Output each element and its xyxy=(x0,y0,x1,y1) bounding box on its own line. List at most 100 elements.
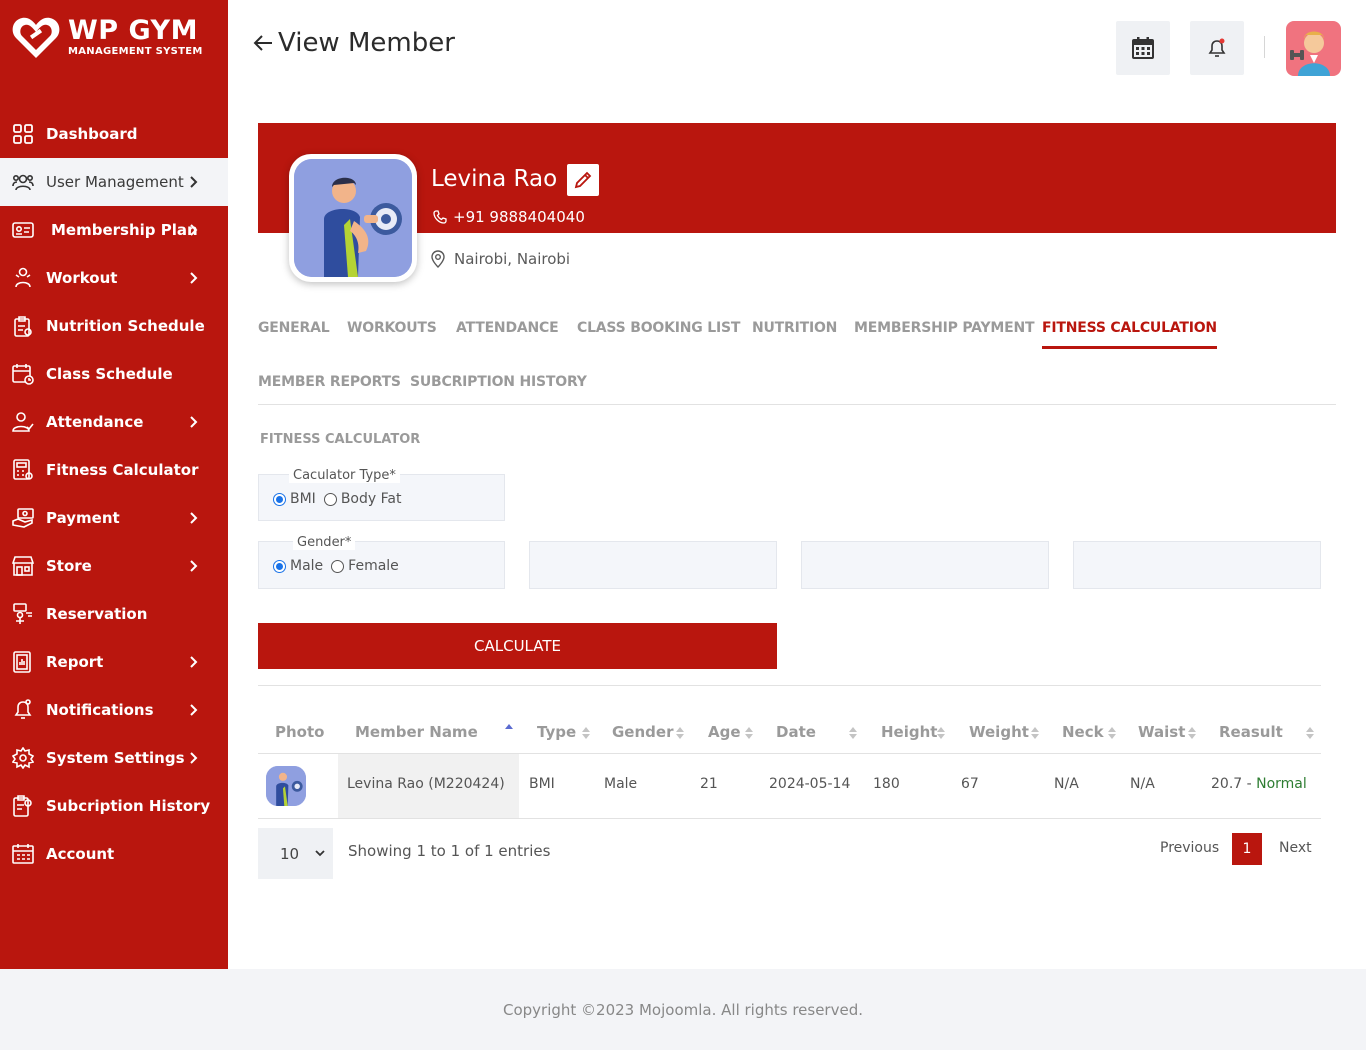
measurement-input-2[interactable] xyxy=(801,541,1049,589)
member-phone: +91 9888404040 xyxy=(433,208,585,226)
payment-icon xyxy=(12,507,34,529)
tab-membership-payment[interactable]: MEMBERSHIP PAYMENT xyxy=(854,320,1035,346)
member-tabs: GENERAL WORKOUTS ATTENDANCE CLASS BOOKIN… xyxy=(258,318,1336,405)
sidebar-item-report[interactable]: Report xyxy=(0,638,228,686)
calculator-type-field: Caculator Type* BMI Body Fat xyxy=(258,469,505,521)
sort-icon[interactable] xyxy=(1188,726,1196,740)
tab-member-reports[interactable]: MEMBER REPORTS xyxy=(258,374,401,400)
sidebar-item-notifications[interactable]: Notifications xyxy=(0,686,228,734)
chevron-right-icon xyxy=(190,512,198,524)
th-age[interactable]: Age xyxy=(708,723,741,741)
attendance-icon xyxy=(12,411,34,433)
footer: Copyright ©2023 Mojoomla. All rights res… xyxy=(0,969,1366,1050)
bmi-radio[interactable] xyxy=(273,492,286,506)
sidebar-item-store[interactable]: Store xyxy=(0,542,228,590)
measurement-input-1[interactable] xyxy=(529,541,777,589)
tab-attendance[interactable]: ATTENDANCE xyxy=(456,320,559,346)
body-fat-radio-label: Body Fat xyxy=(340,491,402,507)
cell-age: 21 xyxy=(700,776,718,792)
sort-icon[interactable] xyxy=(676,726,684,740)
th-result[interactable]: Reasult xyxy=(1219,723,1283,741)
sidebar-item-label: Report xyxy=(46,653,104,671)
calendar-button[interactable] xyxy=(1116,21,1170,75)
chevron-right-icon xyxy=(190,656,198,668)
section-title: FITNESS CALCULATOR xyxy=(260,432,421,447)
tab-fitness-calculation[interactable]: FITNESS CALCULATION xyxy=(1042,320,1217,349)
member-phone-text: +91 9888404040 xyxy=(453,208,585,226)
sidebar-item-membership-plan[interactable]: Membership Plan xyxy=(0,206,228,254)
body-fat-radio[interactable] xyxy=(323,492,337,506)
cell-waist: N/A xyxy=(1130,776,1155,792)
chevron-right-icon xyxy=(190,560,198,572)
next-page-button[interactable]: Next xyxy=(1279,840,1312,856)
th-gender[interactable]: Gender xyxy=(612,723,673,741)
tab-workouts[interactable]: WORKOUTS xyxy=(347,320,437,346)
brand[interactable]: WP GYM MANAGEMENT SYSTEM xyxy=(10,12,220,62)
th-waist[interactable]: Waist xyxy=(1138,723,1185,741)
sort-icon[interactable] xyxy=(1031,726,1039,740)
table-row[interactable]: Levina Rao (M220424) BMI Male 21 2024-05… xyxy=(258,754,1321,819)
reservation-icon xyxy=(12,603,34,625)
sort-icon[interactable] xyxy=(582,726,590,740)
sidebar-item-user-management[interactable]: User Management xyxy=(0,158,228,206)
sidebar-item-reservation[interactable]: Reservation xyxy=(0,590,228,638)
member-name: Levina Rao xyxy=(431,166,558,192)
calculate-button[interactable]: CALCULATE xyxy=(258,623,777,669)
divider xyxy=(258,685,1321,686)
sort-icon[interactable] xyxy=(745,726,753,740)
tab-class-booking-list[interactable]: CLASS BOOKING LIST xyxy=(577,320,740,346)
sidebar-item-system-settings[interactable]: System Settings xyxy=(0,734,228,782)
tab-subcription-history[interactable]: SUBCRIPTION HISTORY xyxy=(410,374,587,400)
edit-member-button[interactable] xyxy=(567,164,599,196)
page-title: View Member xyxy=(278,28,455,58)
sort-icon[interactable] xyxy=(1108,726,1116,740)
result-value: 20.7 - xyxy=(1211,776,1257,792)
chevron-down-icon xyxy=(315,850,325,857)
sidebar-item-label: Membership Plan xyxy=(51,221,198,239)
gender-legend: Gender* xyxy=(293,536,356,550)
chevron-right-icon xyxy=(190,272,198,284)
pencil-icon xyxy=(574,171,592,189)
th-member-name[interactable]: Member Name xyxy=(355,723,478,741)
sidebar-item-account[interactable]: Account xyxy=(0,830,228,878)
th-height[interactable]: Height xyxy=(881,723,937,741)
tab-nutrition[interactable]: NUTRITION xyxy=(752,320,837,346)
sort-icon[interactable] xyxy=(1306,726,1314,740)
sidebar-item-subcription-history[interactable]: Subcription History xyxy=(0,782,228,830)
user-avatar[interactable] xyxy=(1286,21,1341,76)
sidebar-item-attendance[interactable]: Attendance xyxy=(0,398,228,446)
previous-page-button[interactable]: Previous xyxy=(1160,840,1219,856)
sort-icon[interactable] xyxy=(849,726,857,740)
sidebar-item-nutrition-schedule[interactable]: Nutrition Schedule xyxy=(0,302,228,350)
bell-icon xyxy=(12,699,34,721)
chevron-right-icon xyxy=(190,224,198,236)
calculator-icon xyxy=(12,459,34,481)
sidebar-item-fitness-calculator[interactable]: Fitness Calculator xyxy=(0,446,228,494)
th-type[interactable]: Type xyxy=(537,723,576,741)
bell-icon xyxy=(1208,38,1226,57)
page-size-select[interactable]: 10 xyxy=(258,828,333,879)
measurement-input-3[interactable] xyxy=(1073,541,1321,589)
th-date[interactable]: Date xyxy=(776,723,816,741)
sidebar-item-workout[interactable]: Workout xyxy=(0,254,228,302)
page-1-button[interactable]: 1 xyxy=(1232,833,1262,865)
sidebar-item-label: Nutrition Schedule xyxy=(46,317,205,335)
male-radio[interactable] xyxy=(273,559,286,573)
th-weight[interactable]: Weight xyxy=(969,723,1029,741)
notifications-button[interactable] xyxy=(1190,21,1244,75)
back-arrow-icon[interactable] xyxy=(252,32,274,54)
sort-icon[interactable] xyxy=(937,726,945,740)
sidebar-item-label: Class Schedule xyxy=(46,365,173,383)
member-dumbbell-icon xyxy=(294,159,412,277)
entries-info: Showing 1 to 1 of 1 entries xyxy=(348,842,551,860)
female-radio[interactable] xyxy=(331,559,345,573)
th-neck[interactable]: Neck xyxy=(1062,723,1104,741)
sidebar-item-payment[interactable]: Payment xyxy=(0,494,228,542)
sidebar-item-dashboard[interactable]: Dashboard xyxy=(0,110,228,158)
brand-text: WP GYM MANAGEMENT SYSTEM xyxy=(68,17,203,57)
tab-general[interactable]: GENERAL xyxy=(258,320,330,346)
sidebar-item-class-schedule[interactable]: Class Schedule xyxy=(0,350,228,398)
users-icon xyxy=(12,171,34,193)
sort-asc-icon[interactable] xyxy=(505,723,513,737)
female-radio-label: Female xyxy=(348,558,399,574)
